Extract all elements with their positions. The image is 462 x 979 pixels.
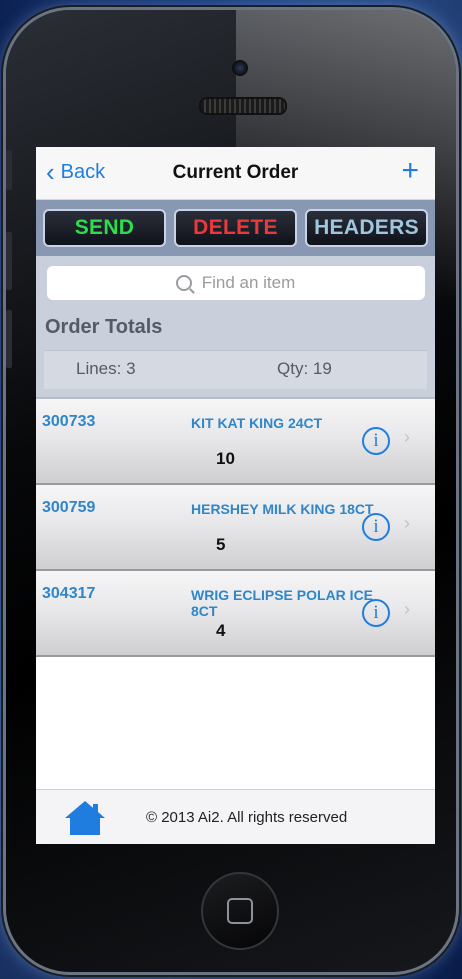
chevron-right-icon: ›	[404, 599, 410, 619]
chevron-right-icon: ›	[404, 427, 410, 447]
search-bar: Find an item	[36, 256, 435, 310]
order-totals-title: Order Totals	[45, 316, 163, 338]
info-icon[interactable]: i	[362, 513, 390, 541]
info-icon[interactable]: i	[362, 599, 390, 627]
volume-down-button	[6, 310, 12, 368]
lines-count: Lines: 3	[76, 359, 136, 378]
order-item-row[interactable]: 304317 WRIG ECLIPSE POLAR ICE 8CT 4 i ›	[36, 571, 435, 657]
empty-list-area	[36, 657, 435, 791]
item-sku: 300733	[42, 413, 96, 430]
search-placeholder: Find an item	[201, 273, 296, 292]
send-button[interactable]: SEND	[43, 209, 166, 247]
volume-up-button	[6, 232, 12, 290]
action-toolbar: SEND DELETE HEADERS	[36, 200, 435, 256]
copyright-text: © 2013 Ai2. All rights reserved	[146, 809, 348, 826]
search-input[interactable]: Find an item	[46, 266, 425, 300]
page-title: Current Order	[172, 162, 299, 183]
order-item-row[interactable]: 300733 KIT KAT KING 24CT 10 i ›	[36, 399, 435, 485]
front-camera	[232, 60, 248, 76]
item-sku: 304317	[42, 585, 96, 602]
search-icon	[175, 275, 192, 291]
headers-button[interactable]: HEADERS	[305, 209, 428, 247]
item-sku: 300759	[42, 499, 96, 516]
mute-switch	[6, 150, 12, 190]
item-qty: 4	[216, 621, 226, 640]
footer-bar: © 2013 Ai2. All rights reserved	[36, 789, 435, 844]
item-qty: 10	[216, 449, 235, 468]
order-totals-section: Order Totals Lines: 3 Qty: 19	[36, 310, 435, 399]
chevron-right-icon: ›	[404, 513, 410, 533]
home-button[interactable]	[201, 872, 279, 950]
earpiece-speaker	[199, 97, 287, 115]
item-qty: 5	[216, 535, 226, 554]
delete-button[interactable]: DELETE	[174, 209, 297, 247]
navigation-bar: ‹ Back Current Order +	[36, 147, 435, 200]
order-item-row[interactable]: 300759 HERSHEY MILK KING 18CT 5 i ›	[36, 485, 435, 571]
order-totals-summary: Lines: 3 Qty: 19	[44, 350, 427, 389]
home-icon[interactable]	[64, 800, 106, 836]
app-screen: ‹ Back Current Order + SEND DELETE HEADE…	[36, 147, 435, 844]
qty-total: Qty: 19	[277, 359, 332, 378]
home-button-square-icon	[227, 898, 253, 924]
info-icon[interactable]: i	[362, 427, 390, 455]
add-item-button[interactable]: +	[401, 156, 419, 186]
